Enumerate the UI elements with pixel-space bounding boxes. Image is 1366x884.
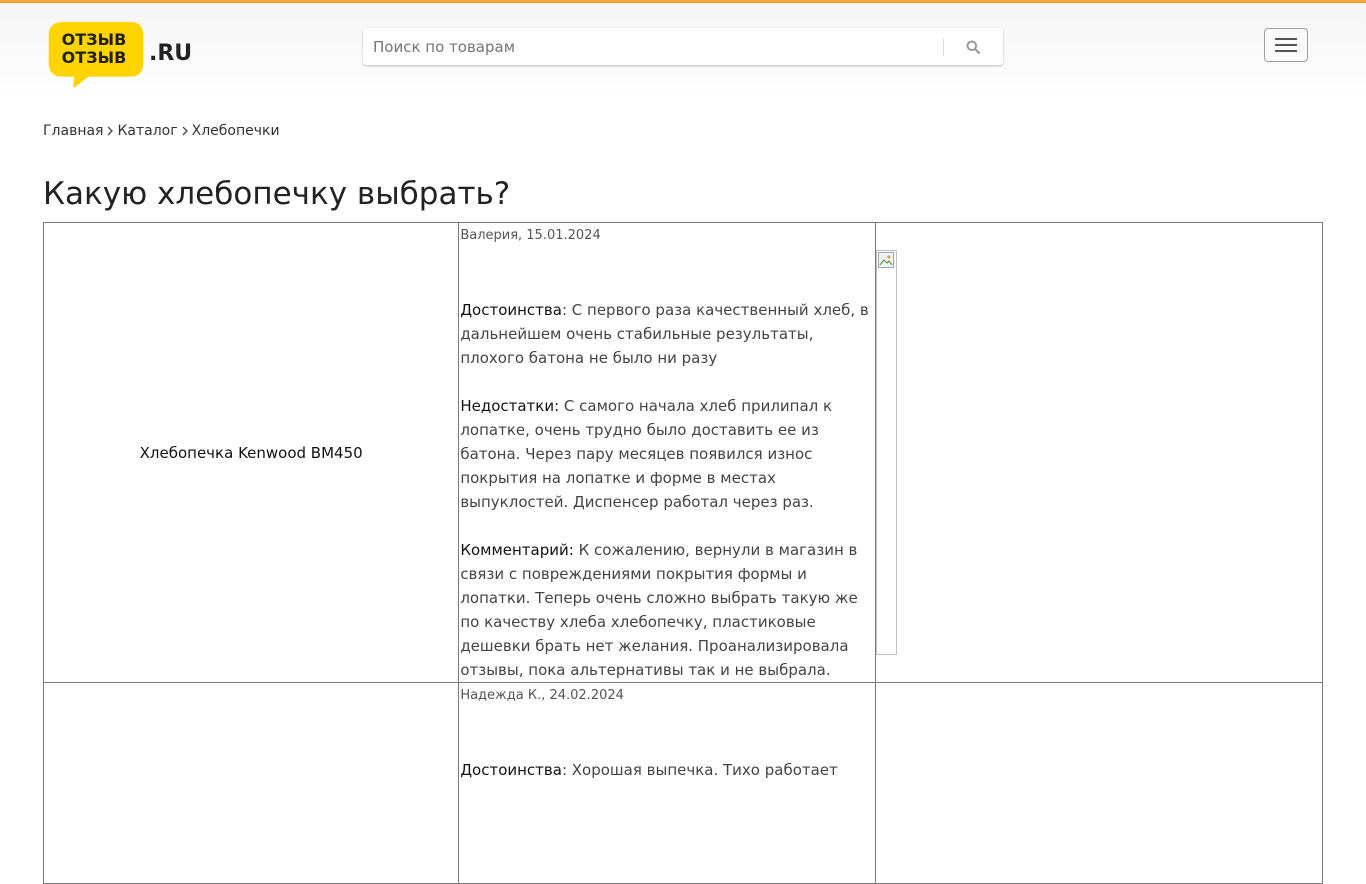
review-image-cell: [874, 682, 1324, 884]
review-author-date: Надежда К., 24.02.2024: [460, 688, 624, 703]
review-pros: Достоинства: Хорошая выпечка. Тихо работ…: [460, 758, 874, 782]
comment-label: Комментарий:: [460, 541, 574, 559]
page-title: Какую хлебопечку выбрать?: [43, 176, 511, 212]
pros-text: : Хорошая выпечка. Тихо работает: [561, 761, 838, 779]
site-logo[interactable]: ОТЗЫВ ОТЗЫВ .RU: [44, 20, 194, 90]
breadcrumb-bread-makers[interactable]: Хлебопечки: [192, 123, 280, 139]
menu-toggle-button[interactable]: [1264, 28, 1308, 62]
product-name: [42, 682, 460, 884]
review-image: [875, 250, 897, 655]
breadcrumb: Главная Каталог Хлебопечки: [43, 122, 280, 140]
cons-label: Недостатки:: [460, 397, 560, 415]
table-row: Надежда К., 24.02.2024 Достоинства: Хоро…: [42, 682, 1324, 884]
breadcrumb-catalog[interactable]: Каталог: [117, 123, 177, 139]
comment-text: К сожалению, вернули в магазин в связи с…: [460, 541, 858, 679]
search-icon: [966, 40, 980, 54]
review-comment: Комментарий: К сожалению, вернули в мага…: [460, 538, 874, 682]
review-cell: Валерия, 15.01.2024 Достоинства: С перво…: [458, 222, 876, 683]
review-image-cell: [874, 222, 1324, 683]
search-input[interactable]: [363, 28, 938, 65]
logo-line-1: ОТЗЫВ: [61, 30, 127, 49]
table-row: Хлебопечка Kenwood BM450 Валерия, 15.01.…: [42, 222, 1324, 683]
search-button[interactable]: [944, 28, 1003, 65]
review-cell: Надежда К., 24.02.2024 Достоинства: Хоро…: [458, 682, 876, 884]
reviews-table: Хлебопечка Kenwood BM450 Валерия, 15.01.…: [42, 222, 1324, 884]
breadcrumb-home[interactable]: Главная: [43, 123, 103, 139]
logo-line-2: ОТЗЫВ: [61, 48, 127, 67]
chevron-right-icon: [108, 126, 114, 136]
product-name: Хлебопечка Kenwood BM450: [42, 222, 460, 683]
hamburger-menu-icon: [1275, 38, 1297, 40]
review-pros: Достоинства: С первого раза качественный…: [460, 298, 874, 370]
search-box: [363, 28, 1003, 65]
logo-suffix: .RU: [149, 41, 193, 66]
review-cons: Недостатки: С самого начала хлеб прилипа…: [460, 394, 874, 514]
chevron-right-icon: [182, 126, 188, 136]
hamburger-menu-icon: [1275, 50, 1297, 52]
review-author-date: Валерия, 15.01.2024: [460, 228, 601, 243]
broken-image-icon: [877, 252, 894, 268]
pros-label: Достоинства: [460, 761, 562, 779]
pros-label: Достоинства: [460, 301, 562, 319]
site-header: ОТЗЫВ ОТЗЫВ .RU: [0, 3, 1366, 100]
hamburger-menu-icon: [1275, 44, 1297, 46]
